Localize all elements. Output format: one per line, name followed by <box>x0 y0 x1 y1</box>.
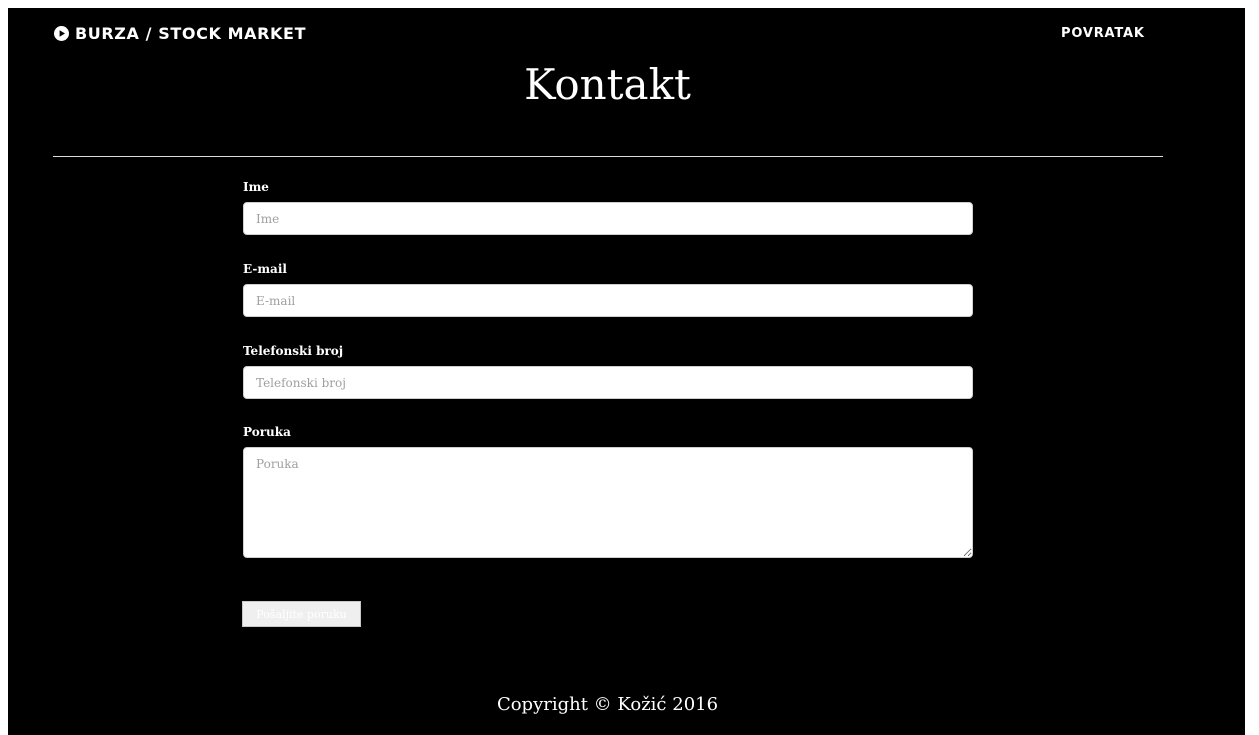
phone-input[interactable] <box>243 366 973 399</box>
message-label: Poruka <box>243 425 291 439</box>
nav-back-link[interactable]: POVRATAK <box>1061 26 1145 41</box>
page-title: Kontakt <box>524 60 691 109</box>
brand-link[interactable]: BURZA / STOCK MARKET <box>54 24 306 43</box>
name-label: Ime <box>243 180 269 194</box>
name-input[interactable] <box>243 202 973 235</box>
play-circle-icon <box>54 26 69 41</box>
message-textarea[interactable] <box>243 447 973 558</box>
header-divider <box>53 156 1163 157</box>
send-message-button[interactable]: Pošaljite poruku <box>242 601 361 627</box>
brand-label: BURZA / STOCK MARKET <box>75 24 307 43</box>
page-container: BURZA / STOCK MARKET POVRATAK Kontakt Im… <box>8 8 1245 735</box>
email-input[interactable] <box>243 284 973 317</box>
email-label: E-mail <box>243 262 287 276</box>
phone-label: Telefonski broj <box>243 344 344 358</box>
footer-copyright: Copyright © Kožić 2016 <box>496 694 719 715</box>
